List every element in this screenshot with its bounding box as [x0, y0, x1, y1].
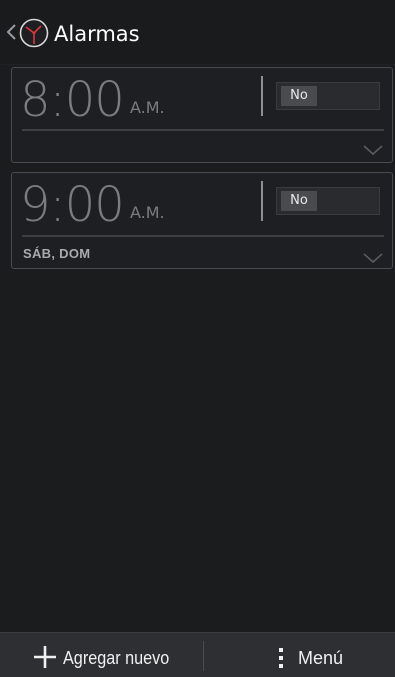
- toggle-label: No: [281, 191, 317, 211]
- bottom-action-bar: Agregar nuevo Menú: [0, 632, 395, 677]
- add-alarm-label: Agregar nuevo: [63, 648, 170, 668]
- alarm-period: A.M.: [130, 98, 165, 117]
- divider: [261, 76, 263, 116]
- alarm-time-value: 9:00: [20, 177, 125, 233]
- toggle-label: No: [281, 86, 317, 106]
- divider: [261, 181, 263, 221]
- alarm-period: A.M.: [130, 203, 165, 222]
- clock-icon: [19, 18, 49, 48]
- overflow-dots-icon: [279, 648, 283, 668]
- app-header: Alarmas: [0, 0, 395, 65]
- divider: [22, 235, 384, 237]
- alarm-toggle[interactable]: No: [276, 187, 380, 215]
- page-title: Alarmas: [54, 22, 140, 46]
- menu-button[interactable]: Menú: [204, 633, 395, 677]
- add-alarm-button[interactable]: Agregar nuevo: [0, 633, 203, 677]
- alarm-item[interactable]: 9:00 A.M. No SÁB, DOM: [11, 172, 393, 269]
- alarm-time-value: 8:00: [20, 72, 125, 128]
- menu-label: Menú: [298, 648, 344, 668]
- divider: [22, 129, 384, 131]
- alarm-toggle[interactable]: No: [276, 82, 380, 110]
- alarm-days: SÁB, DOM: [23, 246, 91, 261]
- chevron-down-icon[interactable]: [362, 252, 384, 264]
- chevron-down-icon[interactable]: [362, 144, 384, 156]
- plus-icon: [34, 646, 56, 668]
- chevron-left-icon[interactable]: [4, 22, 18, 42]
- alarm-item[interactable]: 8:00 A.M. No: [11, 67, 393, 163]
